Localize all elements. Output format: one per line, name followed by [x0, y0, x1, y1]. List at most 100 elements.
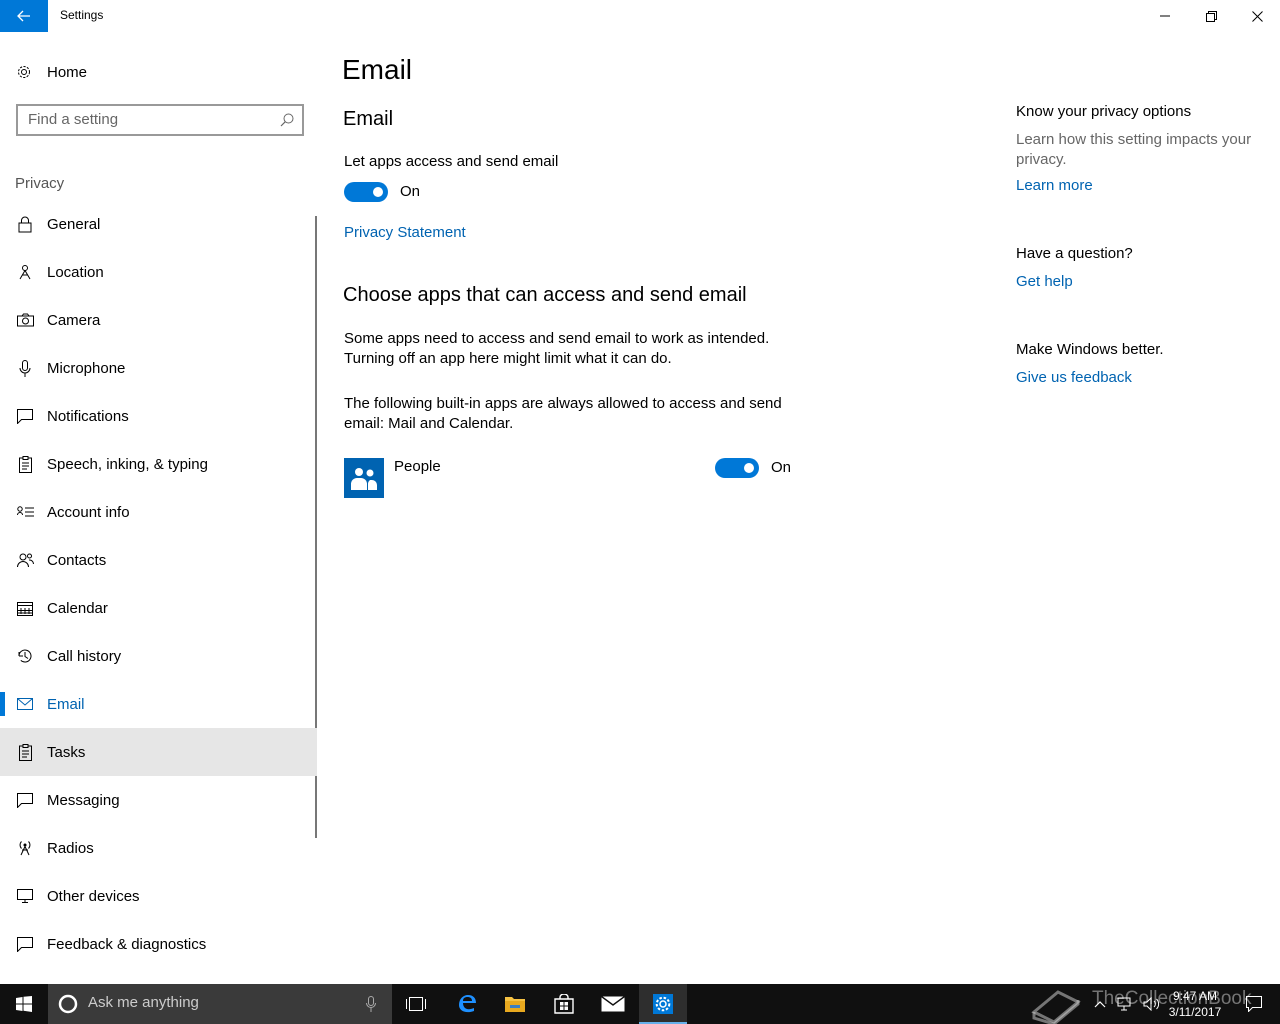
microphone-icon: [16, 344, 34, 392]
mail-icon: [16, 680, 34, 728]
sidebar-item-label: Camera: [47, 311, 101, 329]
tasks-icon: [16, 728, 34, 776]
clock-time: 9:47 AM: [1172, 989, 1218, 1003]
gear-icon: [16, 56, 32, 88]
back-button[interactable]: [0, 0, 48, 32]
clock-date: 3/11/2017: [1168, 1005, 1222, 1019]
radios-icon: [16, 824, 34, 872]
speech-icon: [16, 440, 34, 488]
sidebar-item-calendar[interactable]: Calendar: [0, 584, 317, 632]
settings-search-box[interactable]: [16, 104, 304, 136]
sidebar-item-label: Other devices: [47, 887, 140, 905]
account-info-icon: [16, 488, 34, 536]
settings-taskbar-button[interactable]: [639, 984, 687, 1024]
folder-icon: [505, 997, 525, 1012]
people-app-name: People: [394, 458, 441, 475]
close-button[interactable]: [1234, 0, 1280, 32]
mail-taskbar-button[interactable]: [589, 984, 637, 1024]
sidebar-item-account-info[interactable]: Account info: [0, 488, 317, 536]
sidebar-item-general[interactable]: General: [0, 200, 317, 248]
location-icon: [16, 248, 34, 296]
privacy-statement-link[interactable]: Privacy Statement: [344, 224, 466, 241]
get-help-link[interactable]: Get help: [1016, 273, 1073, 290]
microphone-icon[interactable]: [366, 996, 376, 1012]
edge-icon: [459, 995, 476, 1013]
apps-description-line2: Turning off an app here might limit what…: [344, 350, 672, 367]
other-devices-icon: [16, 872, 34, 920]
window-title: Settings: [60, 8, 104, 22]
taskbar-clock[interactable]: 9:47 AM 3/11/2017: [1160, 988, 1230, 1020]
minimize-button[interactable]: [1142, 0, 1188, 32]
camera-icon: [16, 296, 34, 344]
sidebar-item-other-devices[interactable]: Other devices: [0, 872, 317, 920]
email-access-label: Let apps access and send email: [344, 153, 559, 170]
close-icon: [1251, 10, 1263, 22]
network-button[interactable]: [1112, 984, 1140, 1024]
sidebar-item-microphone[interactable]: Microphone: [0, 344, 317, 392]
search-icon: [280, 113, 294, 132]
file-explorer-button[interactable]: [491, 984, 539, 1024]
sidebar-item-feedback[interactable]: Feedback & diagnostics: [0, 920, 317, 968]
page-title: Email: [342, 54, 413, 85]
sidebar-item-tasks[interactable]: Tasks: [0, 728, 317, 776]
cortana-icon: [58, 994, 78, 1014]
sidebar-item-notifications[interactable]: Notifications: [0, 392, 317, 440]
email-access-toggle[interactable]: [344, 182, 388, 202]
taskbar: TheCollectionBook 9:47 AM 3/11/2017: [0, 984, 1280, 1024]
give-feedback-link[interactable]: Give us feedback: [1016, 369, 1132, 386]
builtin-apps-line1: The following built-in apps are always a…: [344, 395, 782, 412]
chevron-up-icon: [1094, 1001, 1106, 1008]
store-button[interactable]: [540, 984, 588, 1024]
people-app-state: On: [771, 459, 792, 476]
sidebar-item-radios[interactable]: Radios: [0, 824, 317, 872]
start-button[interactable]: [0, 984, 48, 1024]
cortana-search-box[interactable]: [48, 984, 392, 1024]
action-center-button[interactable]: [1234, 984, 1274, 1024]
sidebar-item-label: Calendar: [47, 599, 108, 617]
restore-button[interactable]: [1188, 0, 1234, 32]
sidebar-item-camera[interactable]: Camera: [0, 296, 317, 344]
restore-icon: [1205, 10, 1217, 22]
show-hidden-icons-button[interactable]: [1086, 984, 1114, 1024]
task-view-button[interactable]: [392, 984, 440, 1024]
volume-icon: [1143, 997, 1160, 1011]
home-label: Home: [47, 63, 88, 81]
contacts-icon: [16, 536, 34, 584]
question-title: Have a question?: [1016, 245, 1133, 262]
windows-logo-icon: [16, 996, 32, 1012]
apps-description-line1: Some apps need to access and send email …: [344, 330, 770, 347]
sidebar-item-label: Feedback & diagnostics: [47, 935, 207, 953]
network-icon: [1117, 997, 1131, 1011]
mail-icon: [601, 996, 625, 1012]
lock-icon: [16, 200, 34, 248]
home-nav[interactable]: Home: [0, 56, 320, 88]
sidebar-item-label: Radios: [47, 839, 94, 857]
calendar-icon: [16, 584, 34, 632]
sidebar-item-location[interactable]: Location: [0, 248, 317, 296]
sidebar-item-speech[interactable]: Speech, inking, & typing: [0, 440, 317, 488]
people-icon: [351, 468, 377, 490]
watermark-book-icon: [1031, 990, 1081, 1024]
search-input[interactable]: [28, 111, 268, 128]
sidebar-item-messaging[interactable]: Messaging: [0, 776, 317, 824]
sidebar-item-email[interactable]: Email: [0, 680, 317, 728]
people-app-toggle[interactable]: [715, 458, 759, 478]
sidebar-item-label: Messaging: [47, 791, 120, 809]
sidebar-item-contacts[interactable]: Contacts: [0, 536, 317, 584]
feedback-icon: [16, 920, 34, 968]
sidebar-item-label: Contacts: [47, 551, 107, 569]
section-title: Email: [343, 108, 394, 130]
sidebar-item-label: Microphone: [47, 359, 126, 377]
sidebar-item-label: Email: [47, 695, 85, 713]
sidebar-item-label: General: [47, 215, 101, 233]
edge-taskbar-button[interactable]: [443, 984, 491, 1024]
messaging-icon: [16, 776, 34, 824]
privacy-options-title: Know your privacy options: [1016, 103, 1192, 120]
sidebar-item-call-history[interactable]: Call history: [0, 632, 317, 680]
email-access-state: On: [400, 183, 421, 200]
cortana-input[interactable]: [88, 994, 348, 1011]
back-arrow-icon: [17, 10, 30, 22]
learn-more-link[interactable]: Learn more: [1016, 177, 1093, 194]
toggle-knob: [373, 187, 383, 197]
builtin-apps-line2: email: Mail and Calendar.: [344, 415, 514, 432]
